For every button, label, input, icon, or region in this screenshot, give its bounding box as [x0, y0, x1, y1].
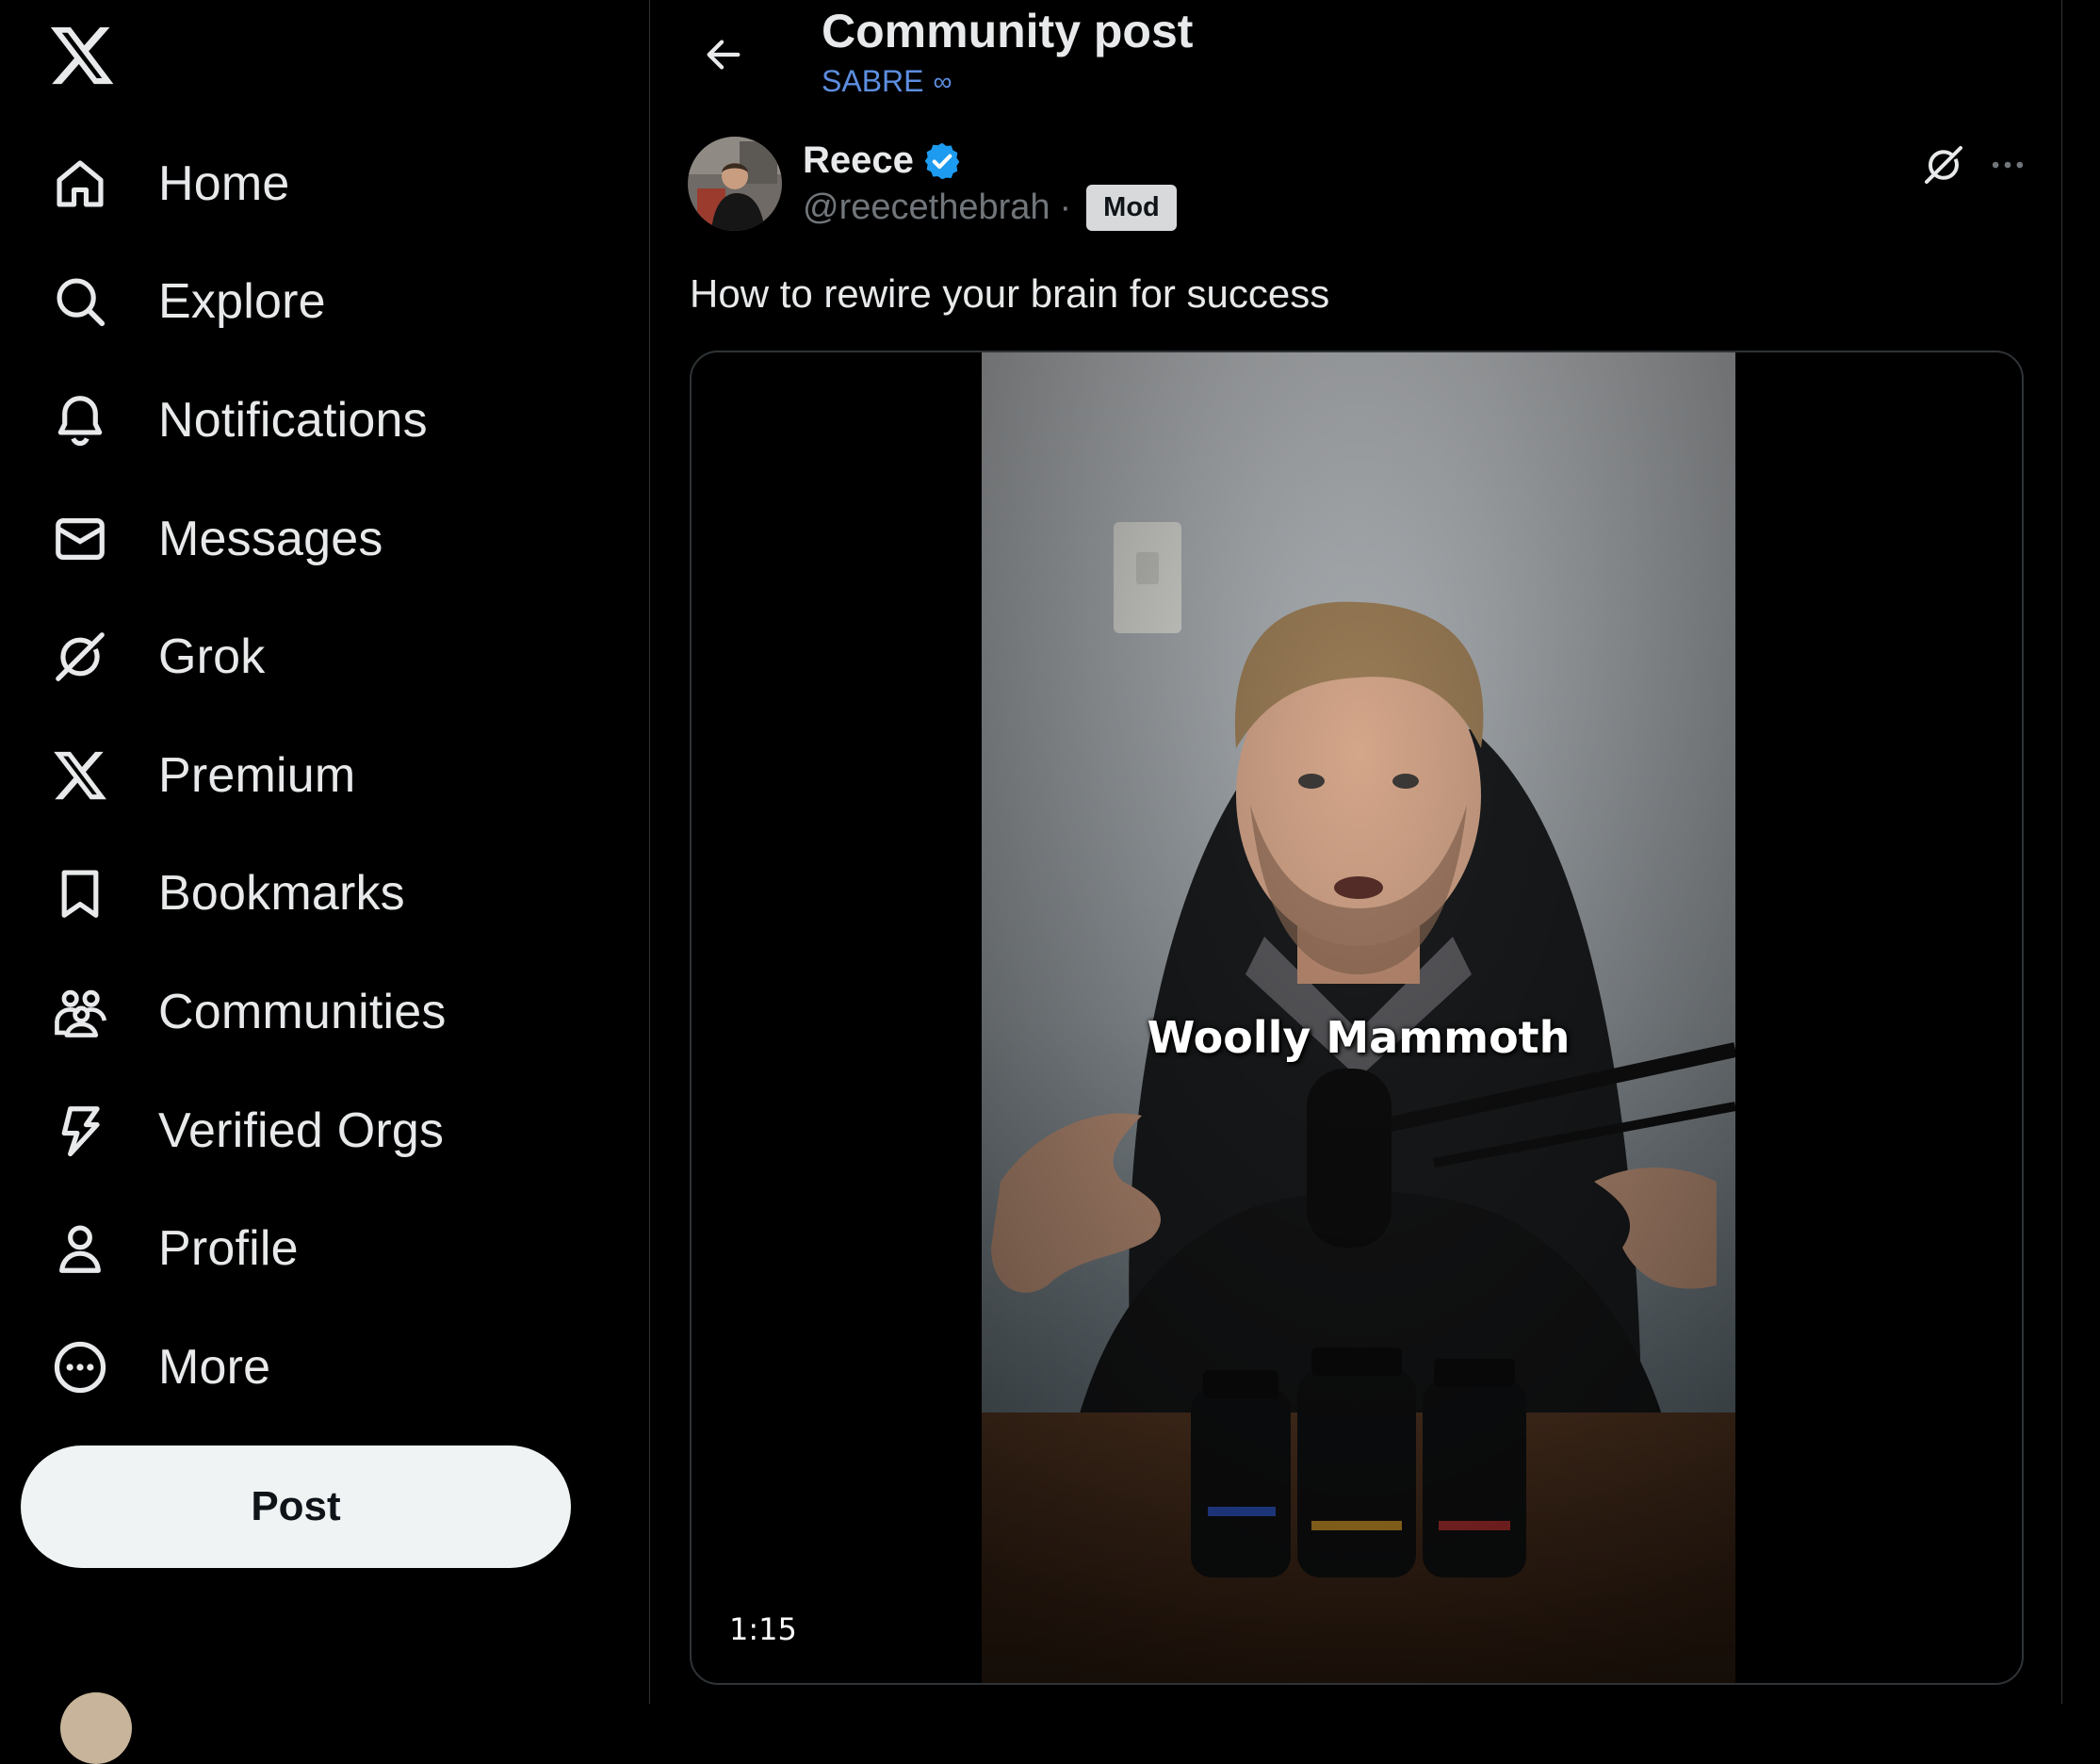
video-frame[interactable]: Woolly Mammoth: [982, 352, 1735, 1683]
video-duration: 1:15: [729, 1611, 797, 1647]
community-name[interactable]: SABRE: [822, 64, 923, 99]
sidebar-item-label: Premium: [158, 748, 356, 803]
author-avatar[interactable]: [688, 137, 782, 231]
sidebar-item-label: Bookmarks: [158, 866, 405, 921]
sidebar-item-label: Grok: [158, 629, 266, 684]
bookmark-icon: [49, 862, 111, 924]
bell-icon: [49, 389, 111, 451]
sidebar-item-premium[interactable]: Premium: [21, 724, 586, 827]
post-text: How to rewire your brain for success: [690, 271, 1330, 316]
page-title: Community post: [822, 5, 1194, 57]
search-icon: [49, 270, 111, 333]
grok-icon: [49, 626, 111, 688]
x-logo-icon[interactable]: [47, 21, 117, 90]
sidebar-item-grok[interactable]: Grok: [21, 605, 586, 709]
sidebar-item-more[interactable]: More: [21, 1315, 586, 1419]
person-icon: [49, 1217, 111, 1280]
lightning-icon: [49, 1100, 111, 1162]
sidebar-item-notifications[interactable]: Notifications: [21, 368, 586, 472]
sidebar-item-label: Communities: [158, 985, 447, 1039]
grok-icon: [1925, 146, 1962, 184]
x-logo-icon: [49, 744, 111, 807]
mod-badge: Mod: [1086, 185, 1177, 231]
account-avatar[interactable]: [60, 1692, 132, 1764]
post-more-button[interactable]: [1977, 134, 2039, 196]
grok-explain-button[interactable]: [1913, 134, 1975, 196]
sidebar: Home Explore Notifications Messages Grok…: [0, 0, 650, 1764]
sidebar-item-label: More: [158, 1340, 271, 1395]
author-name-text[interactable]: Reece: [803, 139, 914, 182]
community-symbol: ∞: [933, 66, 952, 96]
sidebar-item-verified-orgs[interactable]: Verified Orgs: [21, 1079, 586, 1183]
sidebar-item-label: Messages: [158, 512, 383, 566]
main-column: Community post SABRE ∞ Reece @reecethebr…: [650, 0, 2062, 1704]
sidebar-item-label: Verified Orgs: [158, 1103, 445, 1158]
sidebar-item-messages[interactable]: Messages: [21, 487, 586, 591]
author-meta: @reecethebrah · Mod: [803, 185, 1177, 231]
sidebar-item-communities[interactable]: Communities: [21, 960, 586, 1064]
sidebar-item-bookmarks[interactable]: Bookmarks: [21, 841, 586, 945]
more-horizontal-icon: [1992, 161, 2024, 169]
sidebar-item-profile[interactable]: Profile: [21, 1197, 586, 1300]
post-button[interactable]: Post: [21, 1446, 571, 1568]
separator-dot: ·: [1059, 188, 1072, 227]
sidebar-item-label: Home: [158, 156, 290, 211]
back-button[interactable]: [688, 19, 759, 90]
community-link[interactable]: SABRE ∞: [822, 64, 952, 99]
home-icon: [49, 153, 111, 215]
sidebar-item-explore[interactable]: Explore: [21, 250, 586, 353]
author-handle[interactable]: @reecethebrah: [803, 188, 1050, 228]
sidebar-item-label: Profile: [158, 1221, 299, 1276]
more-circle-icon: [49, 1336, 111, 1398]
video-caption: Woolly Mammoth: [1147, 1012, 1571, 1063]
envelope-icon: [49, 508, 111, 570]
communities-icon: [49, 981, 111, 1043]
author-name[interactable]: Reece: [803, 139, 963, 182]
sidebar-item-home[interactable]: Home: [21, 132, 586, 236]
video-player[interactable]: Woolly Mammoth 1:15: [690, 351, 2024, 1685]
sidebar-item-label: Notifications: [158, 393, 428, 448]
verified-badge-icon: [924, 142, 960, 179]
sidebar-item-label: Explore: [158, 274, 326, 329]
arrow-left-icon: [707, 40, 741, 70]
